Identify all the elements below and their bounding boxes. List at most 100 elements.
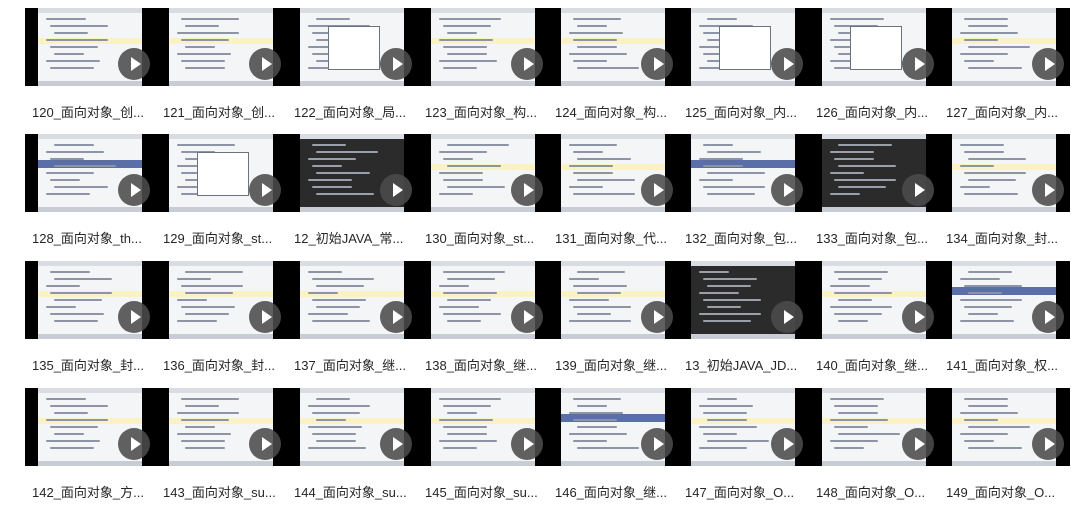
video-tile[interactable]: 146_面向对象_继... xyxy=(548,388,679,510)
play-icon[interactable] xyxy=(511,48,543,80)
video-thumbnail[interactable] xyxy=(939,261,1070,339)
video-title[interactable]: 127_面向对象_内... xyxy=(946,102,1064,121)
video-thumbnail[interactable] xyxy=(156,261,287,339)
video-thumbnail[interactable] xyxy=(548,388,679,466)
video-title[interactable]: 136_面向对象_封... xyxy=(163,355,281,374)
video-title[interactable]: 121_面向对象_创... xyxy=(163,102,281,121)
play-icon[interactable] xyxy=(249,174,281,206)
video-thumbnail[interactable] xyxy=(939,134,1070,212)
video-title[interactable]: 129_面向对象_st... xyxy=(163,228,281,247)
play-icon[interactable] xyxy=(380,301,412,333)
video-tile[interactable]: 148_面向对象_O... xyxy=(809,388,940,510)
play-icon[interactable] xyxy=(249,301,281,333)
play-icon[interactable] xyxy=(1032,48,1064,80)
video-thumbnail[interactable] xyxy=(287,261,418,339)
video-title[interactable]: 147_面向对象_O... xyxy=(685,482,803,501)
video-title[interactable]: 140_面向对象_继... xyxy=(816,355,934,374)
play-icon[interactable] xyxy=(118,174,150,206)
video-title[interactable]: 13_初始JAVA_JD... xyxy=(685,355,803,374)
video-thumbnail[interactable] xyxy=(809,8,940,86)
play-icon[interactable] xyxy=(902,301,934,333)
video-thumbnail[interactable] xyxy=(287,388,418,466)
video-tile[interactable]: 149_面向对象_O... xyxy=(939,388,1070,510)
video-tile[interactable]: 137_面向对象_继... xyxy=(287,261,418,383)
play-icon[interactable] xyxy=(118,428,150,460)
video-tile[interactable]: 126_面向对象_内... xyxy=(809,8,940,130)
video-title[interactable]: 123_面向对象_构... xyxy=(425,102,543,121)
video-tile[interactable]: 129_面向对象_st... xyxy=(156,134,287,256)
video-tile[interactable]: 143_面向对象_su... xyxy=(156,388,287,510)
video-thumbnail[interactable] xyxy=(287,134,418,212)
video-title[interactable]: 141_面向对象_权... xyxy=(946,355,1064,374)
video-title[interactable]: 134_面向对象_封... xyxy=(946,228,1064,247)
video-title[interactable]: 137_面向对象_继... xyxy=(294,355,412,374)
video-title[interactable]: 143_面向对象_su... xyxy=(163,482,281,501)
video-title[interactable]: 145_面向对象_su... xyxy=(425,482,543,501)
video-thumbnail[interactable] xyxy=(156,8,287,86)
video-thumbnail[interactable] xyxy=(678,261,809,339)
video-thumbnail[interactable] xyxy=(287,8,418,86)
play-icon[interactable] xyxy=(641,301,673,333)
video-title[interactable]: 146_面向对象_继... xyxy=(555,482,673,501)
video-title[interactable]: 135_面向对象_封... xyxy=(32,355,150,374)
video-thumbnail[interactable] xyxy=(809,261,940,339)
video-tile[interactable]: 12_初始JAVA_常... xyxy=(287,134,418,256)
video-tile[interactable]: 128_面向对象_th... xyxy=(25,134,156,256)
play-icon[interactable] xyxy=(1032,428,1064,460)
video-title[interactable]: 126_面向对象_内... xyxy=(816,102,934,121)
video-thumbnail[interactable] xyxy=(25,261,156,339)
play-icon[interactable] xyxy=(641,48,673,80)
play-icon[interactable] xyxy=(380,48,412,80)
play-icon[interactable] xyxy=(511,428,543,460)
video-thumbnail[interactable] xyxy=(809,134,940,212)
video-thumbnail[interactable] xyxy=(418,261,549,339)
play-icon[interactable] xyxy=(380,428,412,460)
video-thumbnail[interactable] xyxy=(418,388,549,466)
video-tile[interactable]: 13_初始JAVA_JD... xyxy=(678,261,809,383)
video-tile[interactable]: 120_面向对象_创... xyxy=(25,8,156,130)
video-title[interactable]: 133_面向对象_包... xyxy=(816,228,934,247)
play-icon[interactable] xyxy=(1032,174,1064,206)
play-icon[interactable] xyxy=(902,174,934,206)
play-icon[interactable] xyxy=(902,428,934,460)
video-tile[interactable]: 125_面向对象_内... xyxy=(678,8,809,130)
video-title[interactable]: 128_面向对象_th... xyxy=(32,228,150,247)
video-thumbnail[interactable] xyxy=(156,388,287,466)
play-icon[interactable] xyxy=(641,174,673,206)
play-icon[interactable] xyxy=(902,48,934,80)
play-icon[interactable] xyxy=(249,48,281,80)
video-thumbnail[interactable] xyxy=(418,134,549,212)
video-tile[interactable]: 133_面向对象_包... xyxy=(809,134,940,256)
video-title[interactable]: 148_面向对象_O... xyxy=(816,482,934,501)
video-thumbnail[interactable] xyxy=(939,388,1070,466)
video-title[interactable]: 144_面向对象_su... xyxy=(294,482,412,501)
video-tile[interactable]: 127_面向对象_内... xyxy=(939,8,1070,130)
video-title[interactable]: 139_面向对象_继... xyxy=(555,355,673,374)
video-title[interactable]: 138_面向对象_继... xyxy=(425,355,543,374)
video-tile[interactable]: 122_面向对象_局... xyxy=(287,8,418,130)
video-title[interactable]: 131_面向对象_代... xyxy=(555,228,673,247)
video-title[interactable]: 122_面向对象_局... xyxy=(294,102,412,121)
play-icon[interactable] xyxy=(1032,301,1064,333)
video-thumbnail[interactable] xyxy=(156,134,287,212)
play-icon[interactable] xyxy=(118,48,150,80)
video-title[interactable]: 120_面向对象_创... xyxy=(32,102,150,121)
video-thumbnail[interactable] xyxy=(678,134,809,212)
video-tile[interactable]: 135_面向对象_封... xyxy=(25,261,156,383)
video-title[interactable]: 132_面向对象_包... xyxy=(685,228,803,247)
play-icon[interactable] xyxy=(118,301,150,333)
video-tile[interactable]: 144_面向对象_su... xyxy=(287,388,418,510)
video-thumbnail[interactable] xyxy=(548,261,679,339)
video-tile[interactable]: 136_面向对象_封... xyxy=(156,261,287,383)
video-tile[interactable]: 139_面向对象_继... xyxy=(548,261,679,383)
video-thumbnail[interactable] xyxy=(25,8,156,86)
video-title[interactable]: 124_面向对象_构... xyxy=(555,102,673,121)
video-thumbnail[interactable] xyxy=(25,134,156,212)
play-icon[interactable] xyxy=(771,174,803,206)
video-thumbnail[interactable] xyxy=(678,388,809,466)
video-tile[interactable]: 130_面向对象_st... xyxy=(418,134,549,256)
play-icon[interactable] xyxy=(771,48,803,80)
play-icon[interactable] xyxy=(771,301,803,333)
video-thumbnail[interactable] xyxy=(25,388,156,466)
video-thumbnail[interactable] xyxy=(418,8,549,86)
